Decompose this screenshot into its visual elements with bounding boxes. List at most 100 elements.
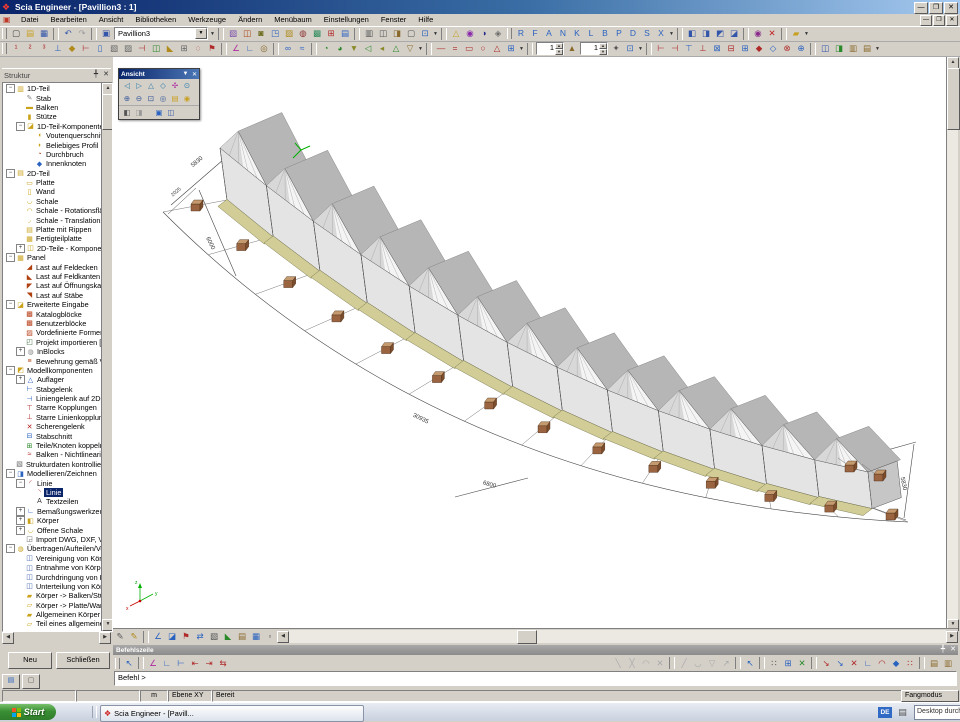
tree-item-label[interactable]: 1D-Teil-Komponenten	[35, 122, 110, 131]
draw-circle-button[interactable]: ○	[476, 42, 490, 55]
diagram-tool-button[interactable]: ◪	[165, 630, 179, 643]
tree-item[interactable]: ▰Allgemeinen Körper in	[4, 610, 112, 619]
print-preview-button[interactable]: ◫	[376, 27, 390, 40]
tree-expander[interactable]: −	[6, 84, 15, 93]
schliessen-button[interactable]: Schließen	[56, 652, 110, 669]
project-combobox[interactable]: Pavillion3 ▼	[114, 27, 208, 40]
scrollbar-thumb[interactable]	[102, 94, 113, 130]
select-by-layer-button[interactable]: ◔	[319, 42, 333, 55]
snap-node-toggle[interactable]: ◆	[889, 657, 903, 670]
grid-settings-button[interactable]: ✦	[609, 42, 623, 55]
tree-item[interactable]: −◪Erweiterte Eingabe	[4, 300, 112, 309]
clear-filter-button[interactable]: ✕	[765, 27, 779, 40]
tree-expander[interactable]: +	[16, 516, 25, 525]
scrollbar-thumb[interactable]	[517, 630, 537, 644]
rotate-view-button[interactable]: ✣	[169, 80, 181, 91]
print-picture-button[interactable]: ▥	[846, 42, 860, 55]
tab-struktur[interactable]: ▤	[2, 674, 20, 689]
mesh-button[interactable]: ⊞	[324, 27, 338, 40]
status-unit[interactable]: m	[140, 690, 168, 702]
reverse-member-button[interactable]: ⊞	[738, 42, 752, 55]
visibility-eye-button[interactable]: ◉	[751, 27, 765, 40]
landscape-tool-button[interactable]: ◣	[221, 630, 235, 643]
scroll-right-icon[interactable]: ▶	[946, 631, 958, 643]
toolbar-grip[interactable]	[115, 658, 120, 669]
show-results-toggle[interactable]: R	[514, 27, 528, 40]
flag-tool-button[interactable]: ⚑	[179, 630, 193, 643]
mdi-restore-button[interactable]: ❐	[933, 15, 945, 26]
tree-item[interactable]: ◡Schale	[4, 197, 112, 206]
menu-aendern[interactable]: Ändern	[232, 14, 268, 26]
more-tools-button[interactable]: ▫	[263, 630, 277, 643]
export-picture-button[interactable]: ◨	[832, 42, 846, 55]
check-nodes-button[interactable]: ⊗	[780, 42, 794, 55]
show-axes-toggle[interactable]: X	[654, 27, 668, 40]
tree-item-label[interactable]: Platte	[34, 178, 57, 187]
tree-item-label[interactable]: Katalogblöcke	[34, 310, 84, 319]
tree-item[interactable]: ◔Durchbruch	[4, 150, 112, 159]
tree-expander[interactable]: −	[6, 469, 15, 478]
tree-item[interactable]: −◍Übertragen/Aufteilen/Vereinigen	[4, 544, 112, 553]
snap-off-button[interactable]: ✕	[795, 657, 809, 670]
tree-item-label[interactable]: Teil eines allgemeinen	[34, 619, 110, 628]
select-by-property-button[interactable]: ◕	[333, 42, 347, 55]
tree-item-label[interactable]: Innenknoten	[44, 159, 88, 168]
menu-hilfe[interactable]: Hilfe	[412, 14, 439, 26]
tree-item-label[interactable]: Körper	[35, 516, 61, 525]
tree-item[interactable]: ◫Vereinigung von Körpern	[4, 554, 112, 563]
tree-item-label[interactable]: Schale	[34, 197, 60, 206]
select-cursor-button[interactable]: ↖	[122, 657, 136, 670]
tree-item-label[interactable]: Projekt importieren [E	[34, 338, 108, 347]
show-supports-toggle[interactable]: S	[640, 27, 654, 40]
chevron-down-icon[interactable]: ▼	[181, 71, 190, 77]
tree-item[interactable]: ◥Last auf Stäbe	[4, 291, 112, 300]
menu-menuebaum[interactable]: Menübaum	[268, 14, 318, 26]
tree-item[interactable]: ▬Balken	[4, 103, 112, 112]
print-button[interactable]: ▥	[362, 27, 376, 40]
start-button[interactable]: Start	[0, 704, 56, 720]
tree-item-label[interactable]: Auflager	[35, 375, 66, 384]
snap-endpoint-toggle[interactable]: ↘	[833, 657, 847, 670]
tree-item[interactable]: +∟Bemaßungswerkzeuge	[4, 507, 112, 516]
printer-icon[interactable]: ▤	[896, 706, 909, 718]
axonometric-view-button[interactable]: ◇	[157, 80, 169, 91]
origin-button[interactable]: ◎	[257, 42, 271, 55]
disconnect-nodes-button[interactable]: ⊣	[668, 42, 682, 55]
taskbar-task-scia[interactable]: ❖ Scia Engineer - [Pavill...	[100, 705, 364, 722]
close-icon[interactable]: ✕	[190, 71, 199, 78]
gallery-button[interactable]: ◨	[390, 27, 404, 40]
tree-item[interactable]: ▭Platte	[4, 178, 112, 187]
tree-item-label[interactable]: Strukturdaten kontrollieren	[24, 460, 112, 469]
spinner-down-icon[interactable]: ▼	[555, 49, 563, 55]
tree-item[interactable]: +◍InBlocks	[4, 347, 112, 356]
tree-item-label[interactable]: Durchbruch	[44, 150, 86, 159]
ansicht-toolbar[interactable]: Ansicht ▼ ✕ ◁▷△◇✣⊙ ⊕⊖⊡◎▤◉ ◧◨▣◫	[118, 68, 200, 120]
coordinate-system-button[interactable]: ∟	[243, 42, 257, 55]
toolbar-overflow[interactable]: ▼	[518, 46, 525, 52]
zoom-in-button[interactable]: ⊕	[121, 93, 133, 104]
member-system-toggle[interactable]: ▯	[93, 42, 107, 55]
load-labels-toggle[interactable]: ◆	[65, 42, 79, 55]
show-annotations-toggle[interactable]: A	[542, 27, 556, 40]
tree-item[interactable]: ▦Fertigteilplatte	[4, 234, 112, 243]
tree-item-label[interactable]: Linie	[44, 488, 63, 497]
draw-grid-button[interactable]: ⊞	[504, 42, 518, 55]
lock-button[interactable]: ◈	[491, 27, 505, 40]
tree-expander[interactable]: +	[16, 507, 25, 516]
neu-button[interactable]: Neu	[8, 652, 52, 669]
toolbar-overflow[interactable]: ▼	[637, 46, 644, 52]
mesh-display-toggle[interactable]: ⊞	[177, 42, 191, 55]
desktop-search-input[interactable]: Desktop durchsuchen	[914, 705, 960, 720]
befehlszeile-titlebar[interactable]: Befehlszeile ╇ ✕	[113, 645, 958, 655]
tree-item[interactable]: +◧Körper	[4, 516, 112, 525]
tree-item[interactable]: −◩Modellkomponenten	[4, 366, 112, 375]
show-forces-toggle[interactable]: F	[528, 27, 542, 40]
spinner-down-icon[interactable]: ▼	[599, 49, 607, 55]
tree-item-label[interactable]: Stütze	[34, 112, 59, 121]
toolbar-grip[interactable]	[507, 28, 512, 39]
tree-item-label[interactable]: Balken - Nichtlinearität	[34, 450, 111, 459]
results-button[interactable]: ▤	[338, 27, 352, 40]
new-file-button[interactable]: ▢	[9, 27, 23, 40]
local-axes-toggle[interactable]: ⊢	[79, 42, 93, 55]
save-button[interactable]: ▦	[37, 27, 51, 40]
